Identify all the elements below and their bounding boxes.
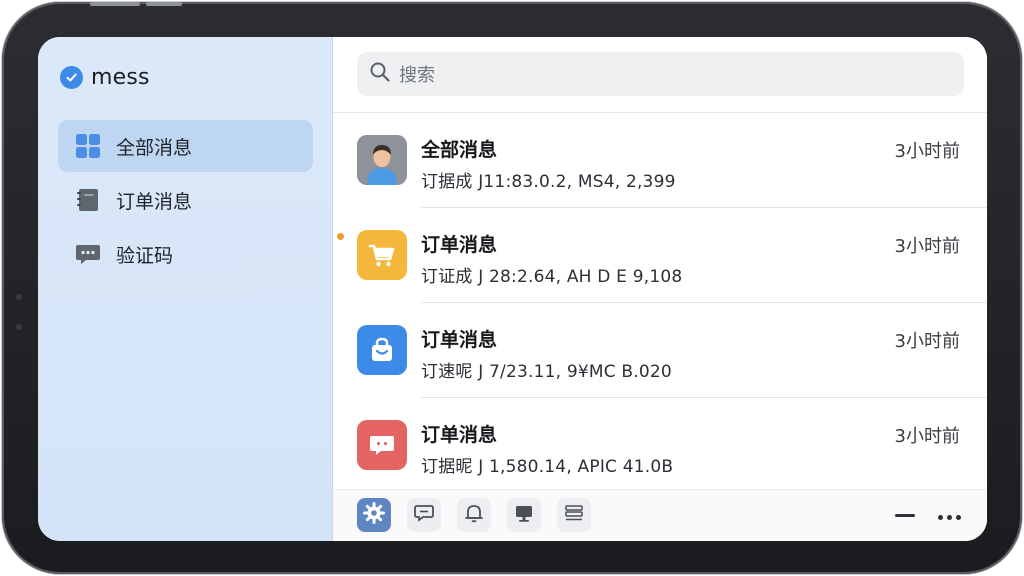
message-title: 全部消息 bbox=[421, 139, 498, 161]
sidebar-item-label: 订单消息 bbox=[116, 190, 193, 213]
chat-bubble-icon bbox=[74, 240, 102, 268]
gear-icon bbox=[363, 502, 385, 528]
sidebar-item-label: 全部消息 bbox=[116, 136, 193, 159]
bottom-toolbar bbox=[333, 489, 987, 541]
volume-button bbox=[90, 2, 140, 6]
sidebar-item-order-messages[interactable]: 订单消息 bbox=[58, 174, 313, 226]
message-title: 订单消息 bbox=[421, 424, 498, 446]
message-time: 3小时前 bbox=[894, 236, 960, 257]
monitor-icon bbox=[513, 502, 535, 528]
notebook-icon bbox=[74, 186, 102, 214]
camera-dot bbox=[16, 294, 22, 300]
sidebar-item-all-messages[interactable]: 全部消息 bbox=[58, 120, 313, 172]
sidebar-nav: 全部消息 订单消息 验证码 bbox=[58, 120, 313, 282]
brand: mess bbox=[60, 65, 150, 90]
minus-icon[interactable] bbox=[895, 514, 915, 517]
message-preview: 订速呢 J 7/23.11, 9¥MC B.020 bbox=[421, 362, 672, 382]
message-time: 3小时前 bbox=[894, 426, 960, 447]
search-placeholder: 搜索 bbox=[399, 65, 435, 86]
message-pane: 搜索 全部消息 订据成 J11:83.0.2, MS4, 2,399 3小时前 bbox=[333, 37, 987, 541]
app-screen: mess 全部消息 订单消息 验证码 搜索 全部消息 订据成 J11:83.0.… bbox=[38, 37, 987, 541]
power-button bbox=[146, 2, 182, 6]
display-button[interactable] bbox=[507, 498, 541, 532]
message-time: 3小时前 bbox=[894, 141, 960, 162]
list-item[interactable]: 订单消息 订据昵 J 1,580.14, APIC 41.0B 3小时前 bbox=[333, 398, 987, 488]
check-badge-icon bbox=[60, 66, 83, 89]
message-title: 订单消息 bbox=[421, 234, 498, 256]
notifications-button[interactable] bbox=[457, 498, 491, 532]
sidebar: mess 全部消息 订单消息 验证码 bbox=[38, 37, 333, 541]
grid-icon bbox=[74, 132, 102, 160]
list-item[interactable]: 全部消息 订据成 J11:83.0.2, MS4, 2,399 3小时前 bbox=[333, 113, 987, 208]
list-item[interactable]: 订单消息 订证成 J 28:2.64, AH D E 9,108 3小时前 bbox=[333, 208, 987, 303]
shopping-bag-icon bbox=[357, 325, 407, 375]
unread-indicator bbox=[337, 233, 344, 240]
cart-icon bbox=[357, 230, 407, 280]
message-list: 全部消息 订据成 J11:83.0.2, MS4, 2,399 3小时前 订单消… bbox=[333, 113, 987, 488]
message-preview: 订据昵 J 1,580.14, APIC 41.0B bbox=[421, 457, 674, 477]
list-button[interactable] bbox=[557, 498, 591, 532]
sensor-dot bbox=[16, 324, 22, 330]
message-time: 3小时前 bbox=[894, 331, 960, 352]
list-item[interactable]: 订单消息 订速呢 J 7/23.11, 9¥MC B.020 3小时前 bbox=[333, 303, 987, 398]
person-avatar-icon bbox=[357, 135, 407, 185]
message-preview: 订据成 J11:83.0.2, MS4, 2,399 bbox=[421, 172, 676, 192]
list-icon bbox=[563, 502, 585, 528]
search-icon bbox=[369, 61, 391, 87]
more-icon[interactable] bbox=[938, 507, 961, 527]
settings-button[interactable] bbox=[357, 498, 391, 532]
sidebar-item-verification-code[interactable]: 验证码 bbox=[58, 228, 313, 280]
search-input[interactable]: 搜索 bbox=[357, 52, 964, 96]
app-title: mess bbox=[91, 65, 150, 90]
message-title: 订单消息 bbox=[421, 329, 498, 351]
message-preview: 订证成 J 28:2.64, AH D E 9,108 bbox=[421, 267, 683, 287]
chat-button[interactable] bbox=[407, 498, 441, 532]
chat-icon bbox=[413, 502, 435, 528]
sidebar-item-label: 验证码 bbox=[116, 244, 174, 267]
message-icon bbox=[357, 420, 407, 470]
bell-icon bbox=[463, 502, 485, 528]
